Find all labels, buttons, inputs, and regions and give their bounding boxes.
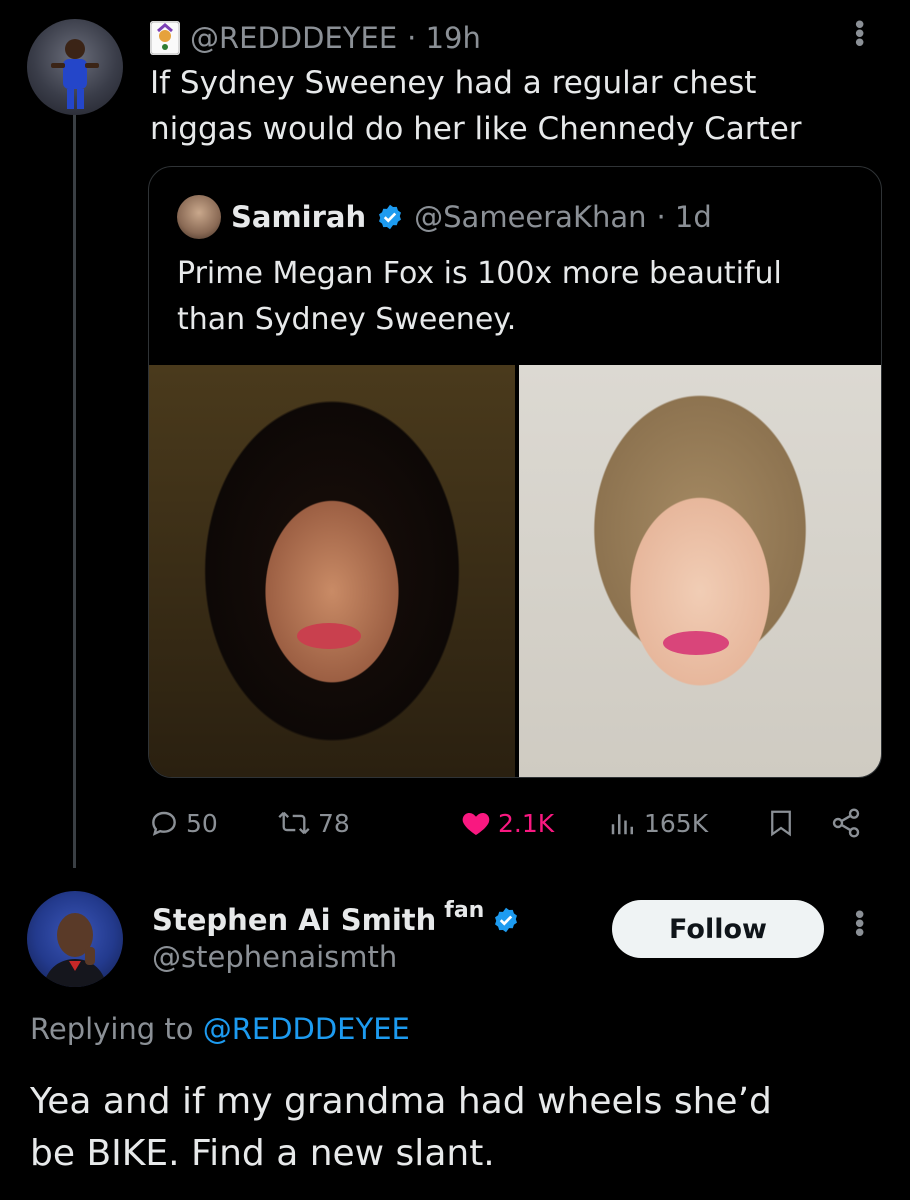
reply-avatar[interactable] [27,891,123,987]
quoted-tweet-card[interactable]: Samirah @SameeraKhan · 1d Prime Megan Fo… [148,166,882,778]
reply-header: Stephen Ai Smith fan [152,897,520,940]
follow-button[interactable]: Follow [612,900,824,958]
retweet-count: 78 [318,808,350,838]
views-bar-chart-icon [611,814,633,835]
quoted-time: · 1d [656,200,712,234]
views-count: 165K [644,808,709,838]
quoted-avatar [177,195,221,239]
share-button[interactable] [830,800,862,846]
heart-filled-icon [462,813,490,835]
reply-author-name[interactable]: Stephen Ai Smith [152,903,436,937]
lips-shape [663,631,729,655]
bookmark-button[interactable] [766,800,796,846]
reply-button[interactable]: 50 [148,800,218,846]
share-icon [832,808,860,838]
person-photo [43,913,107,987]
athlete-photo [51,39,99,109]
tweet-header: @REDDDEYEE · 19h [150,18,481,58]
more-vertical-icon[interactable]: • • • [852,13,867,57]
retweet-button[interactable]: 78 [276,800,350,846]
avatar[interactable] [27,19,123,115]
retweet-icon [278,811,310,835]
reply-text: Yea and if my grandma had wheels she’d b… [30,1081,772,1174]
like-button[interactable]: 2.1K [460,800,554,846]
thread-connector-line [73,112,76,868]
verified-badge-icon [379,204,402,230]
replying-prefix: Replying to [30,1012,194,1046]
bookmark-icon [771,810,791,837]
tweet-text: If Sydney Sweeney had a regular chest ni… [150,65,802,147]
tweet-time[interactable]: · 19h [407,21,481,55]
verified-badge-icon [495,907,518,933]
like-count: 2.1K [498,808,555,838]
quoted-tweet-header: Samirah @SameeraKhan · 1d [177,195,712,239]
media-image-right[interactable] [519,365,881,777]
reply-author-handle[interactable]: @stephenaismth [152,940,397,974]
thread-view: @REDDDEYEE · 19h • • • If Sydney Sweeney h… [0,0,910,1200]
quoted-author-handle: @SameeraKhan [414,200,647,234]
reply-count: 50 [186,808,218,838]
replying-to: Replying to @REDDDEYEE [30,1012,410,1046]
quoted-author-name: Samirah [231,200,367,234]
quoted-tweet-text: Prime Megan Fox is 100x more beautiful t… [177,256,782,337]
media-image-left[interactable] [149,365,515,777]
lips-shape [297,623,361,649]
more-vertical-icon[interactable]: • • • [852,903,867,947]
tweet-handle[interactable]: @REDDDEYEE [190,21,397,55]
joker-card-icon [150,21,180,55]
reply-icon [152,811,176,836]
tweet-actions: 50 78 2.1K 165K [148,800,868,846]
fan-label: fan [444,897,485,923]
replying-handle-link[interactable]: @REDDDEYEE [203,1012,410,1046]
views-button[interactable]: 165K [608,800,708,846]
